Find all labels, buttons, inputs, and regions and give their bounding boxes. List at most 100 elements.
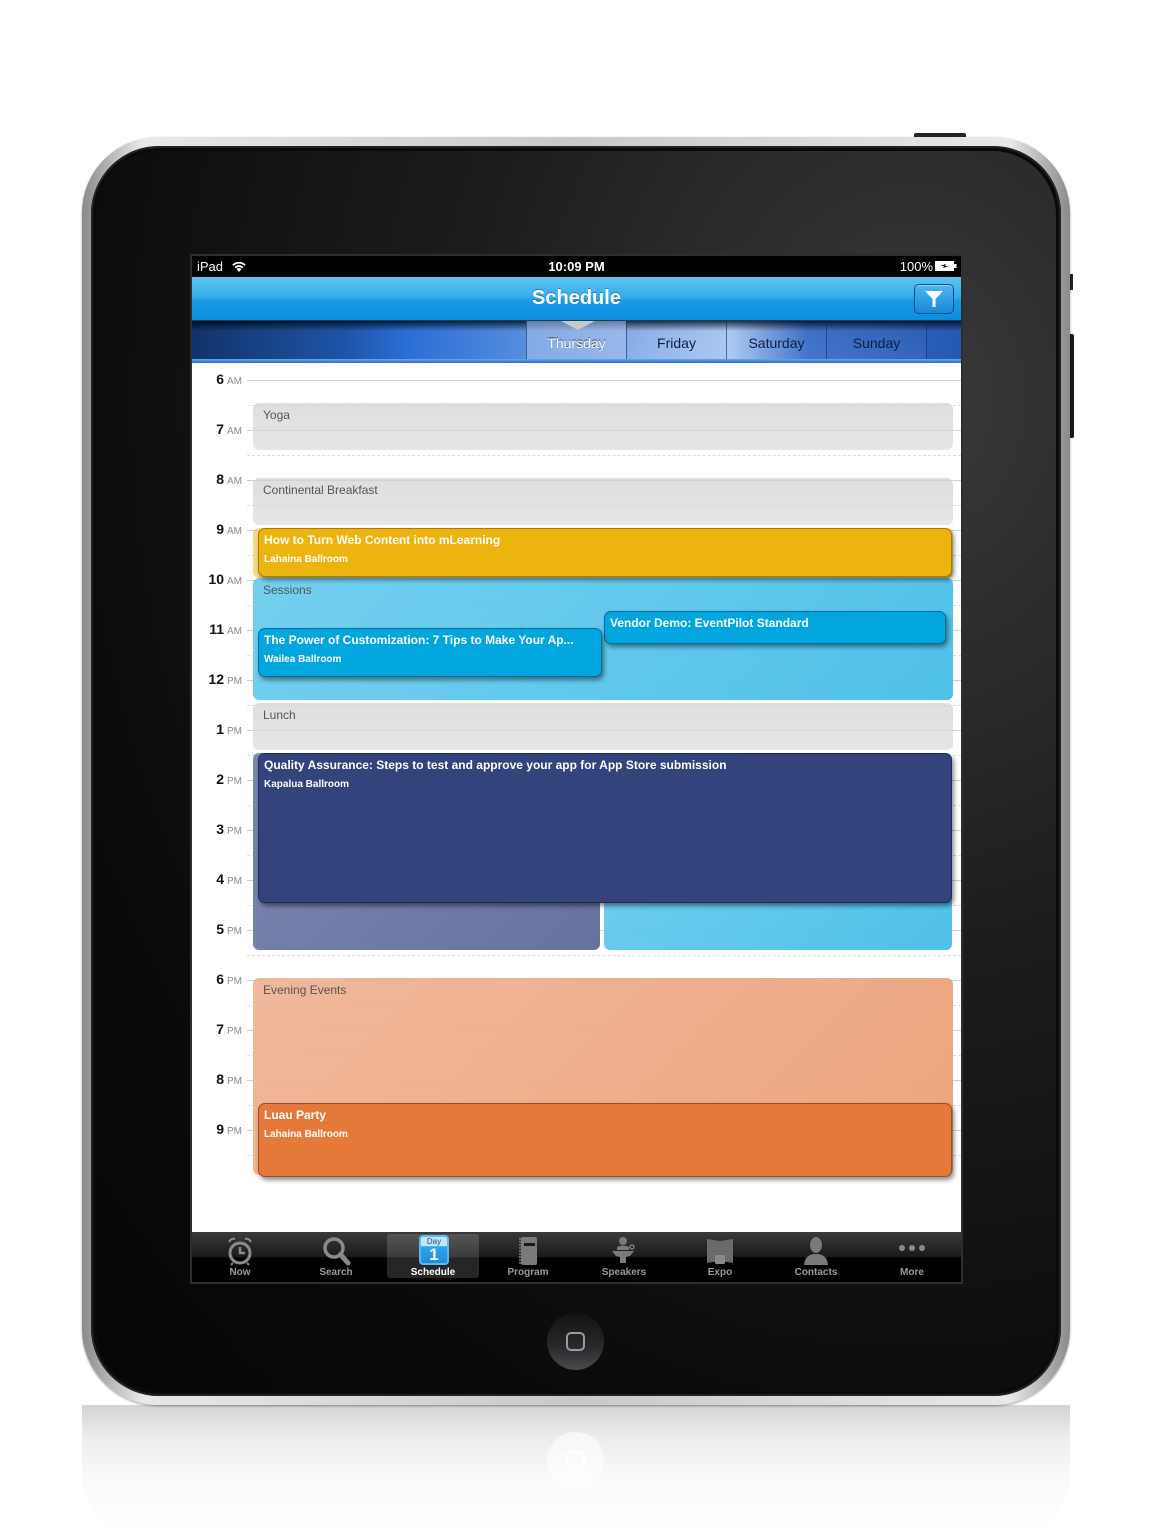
funnel-icon <box>925 291 943 307</box>
event-title: Quality Assurance: Steps to test and app… <box>264 758 727 772</box>
hour-label: 7 PM <box>192 1021 242 1037</box>
hour-label: 6 PM <box>192 971 242 987</box>
hour-label: 1 PM <box>192 721 242 737</box>
tab-expo[interactable]: Expo <box>674 1234 766 1278</box>
hour-number: 5 <box>216 921 224 937</box>
hour-label: 12 PM <box>192 671 242 687</box>
hour-label: 8 PM <box>192 1071 242 1087</box>
day-tab-label: Thursday <box>547 335 606 351</box>
hour-number: 12 <box>208 671 224 687</box>
hour-number: 11 <box>209 621 224 637</box>
block-yoga[interactable]: Yoga <box>253 403 953 450</box>
block-label: Lunch <box>263 708 296 722</box>
hour-meridiem: PM <box>227 826 242 837</box>
hour-meridiem: PM <box>227 726 242 737</box>
more-dots-icon <box>899 1245 925 1251</box>
event-power-of-customization[interactable]: The Power of Customization: 7 Tips to Ma… <box>258 628 602 677</box>
hour-label: 9 AM <box>192 521 242 537</box>
event-room: Kapalua Ballroom <box>264 779 350 790</box>
magnifier-icon <box>323 1237 351 1266</box>
hour-number: 8 <box>216 1071 224 1087</box>
clock: 10:09 PM <box>548 259 605 274</box>
tab-label: Schedule <box>410 1267 456 1278</box>
filter-button[interactable] <box>914 284 954 314</box>
tab-label: Speakers <box>601 1267 647 1278</box>
event-vendor-demo[interactable]: Vendor Demo: EventPilot Standard <box>604 611 946 644</box>
event-luau-party[interactable]: Luau Party Lahaina Ballroom <box>258 1103 952 1177</box>
home-button-reflection <box>547 1432 604 1489</box>
block-lunch[interactable]: Lunch <box>253 703 953 750</box>
tab-search[interactable]: Search <box>290 1234 382 1278</box>
hour-gridline <box>247 380 961 381</box>
half-hour-gridline <box>247 955 961 956</box>
day-tab-thursday[interactable]: Thursday <box>526 321 626 359</box>
tab-bar: Now Search Day 1 Schedule Program Speake… <box>192 1232 961 1282</box>
day-tab-label: Saturday <box>748 335 805 351</box>
block-label: Continental Breakfast <box>263 483 378 497</box>
hour-meridiem: PM <box>227 1126 242 1137</box>
podium-speaker-icon <box>612 1237 635 1263</box>
home-button[interactable] <box>547 1313 604 1370</box>
tab-label: Expo <box>707 1267 733 1278</box>
device-screen: iPad 10:09 PM 100% Schedule Thursday Fri… <box>190 254 963 1284</box>
battery-charging-icon <box>935 261 957 271</box>
hour-label: 2 PM <box>192 771 242 787</box>
event-title: How to Turn Web Content into mLearning <box>264 533 501 547</box>
hour-label: 4 PM <box>192 871 242 887</box>
tab-program[interactable]: Program <box>482 1234 574 1278</box>
calendar-day-icon: Day 1 <box>419 1235 449 1265</box>
day-tab-saturday[interactable]: Saturday <box>726 321 826 359</box>
hour-label: 3 PM <box>192 821 242 837</box>
hour-meridiem: PM <box>227 976 242 987</box>
hour-meridiem: PM <box>227 776 242 787</box>
hour-number: 8 <box>216 471 224 487</box>
block-continental-breakfast[interactable]: Continental Breakfast <box>253 478 953 525</box>
hour-meridiem: AM <box>227 476 242 487</box>
event-title: The Power of Customization: 7 Tips to Ma… <box>264 633 574 647</box>
hour-label: 8 AM <box>192 471 242 487</box>
hour-number: 1 <box>216 721 224 737</box>
day-schedule-grid[interactable]: 6 AM 7 AM 8 AM 9 AM 10 AM 11 AM 12 PM 1 PM 2 PM 3 PM 4 PM 5 PM 6… <box>192 363 961 1232</box>
event-room: Lahaina Ballroom <box>264 554 348 565</box>
hour-number: 10 <box>208 571 224 587</box>
hour-meridiem: PM <box>227 676 242 687</box>
hour-number: 4 <box>216 871 224 887</box>
page-title: Schedule <box>532 287 621 309</box>
tab-label: Program <box>507 1267 549 1278</box>
event-mlearning[interactable]: How to Turn Web Content into mLearning L… <box>258 528 952 577</box>
person-icon <box>804 1237 828 1265</box>
tab-speakers[interactable]: Speakers <box>578 1234 670 1278</box>
hour-number: 2 <box>216 771 224 787</box>
tab-schedule[interactable]: Day 1 Schedule <box>387 1234 479 1278</box>
hour-meridiem: PM <box>227 1026 242 1037</box>
hour-meridiem: AM <box>227 426 242 437</box>
day-tab-friday[interactable]: Friday <box>626 321 726 359</box>
hour-meridiem: PM <box>227 876 242 887</box>
hour-label: 11 AM <box>192 621 242 637</box>
hour-label: 5 PM <box>192 921 242 937</box>
tab-contacts[interactable]: Contacts <box>770 1234 862 1278</box>
hour-label: 10 AM <box>192 571 242 587</box>
hour-number: 9 <box>216 521 224 537</box>
event-title: Vendor Demo: EventPilot Standard <box>610 616 809 630</box>
event-quality-assurance[interactable]: Quality Assurance: Steps to test and app… <box>258 753 952 903</box>
hour-number: 7 <box>216 421 224 437</box>
day-tab-label: Friday <box>657 335 696 351</box>
block-label: Sessions <box>263 583 312 597</box>
hour-meridiem: AM <box>227 576 242 587</box>
alarm-clock-icon <box>228 1237 252 1266</box>
booth-icon <box>707 1239 733 1264</box>
tab-now[interactable]: Now <box>194 1234 286 1278</box>
event-title: Luau Party <box>264 1108 327 1122</box>
tab-more[interactable]: More <box>866 1234 958 1278</box>
hour-number: 6 <box>216 371 224 387</box>
day-tab-sunday[interactable]: Sunday <box>826 321 926 359</box>
hour-label: 7 AM <box>192 421 242 437</box>
block-label: Yoga <box>263 408 290 422</box>
calendar-day-number: 1 <box>429 1245 439 1264</box>
hour-meridiem: AM <box>227 526 242 537</box>
selected-day-pointer-icon <box>561 321 595 330</box>
hour-meridiem: PM <box>227 926 242 937</box>
tab-label: More <box>900 1267 924 1278</box>
event-room: Lahaina Ballroom <box>264 1129 348 1140</box>
